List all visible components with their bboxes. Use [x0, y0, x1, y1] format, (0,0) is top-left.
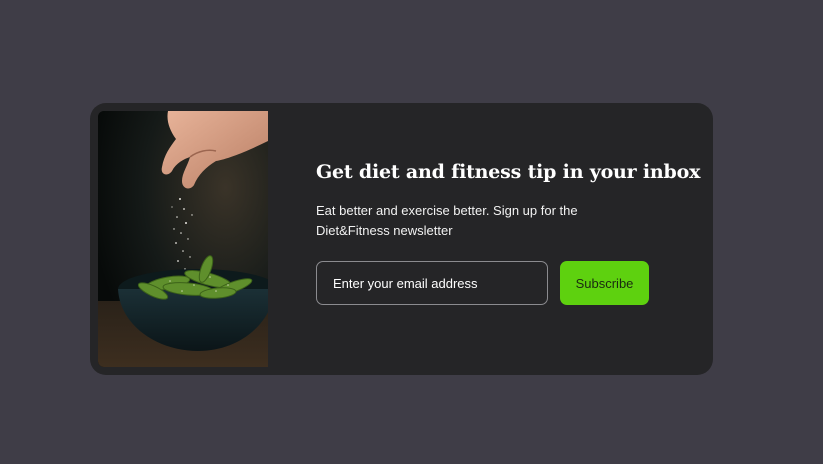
subscribe-form: Subscribe — [316, 261, 686, 305]
email-input[interactable] — [316, 261, 548, 305]
edamame-bowl-photo — [98, 111, 268, 367]
newsletter-card: Get diet and fitness tip in your inbox E… — [90, 103, 713, 375]
newsletter-description: Eat better and exercise better. Sign up … — [316, 203, 578, 238]
newsletter-title: Get diet and fitness tip in your inbox — [316, 161, 701, 183]
subscribe-button[interactable]: Subscribe — [560, 261, 649, 305]
newsletter-content: Get diet and fitness tip in your inbox E… — [316, 159, 701, 305]
